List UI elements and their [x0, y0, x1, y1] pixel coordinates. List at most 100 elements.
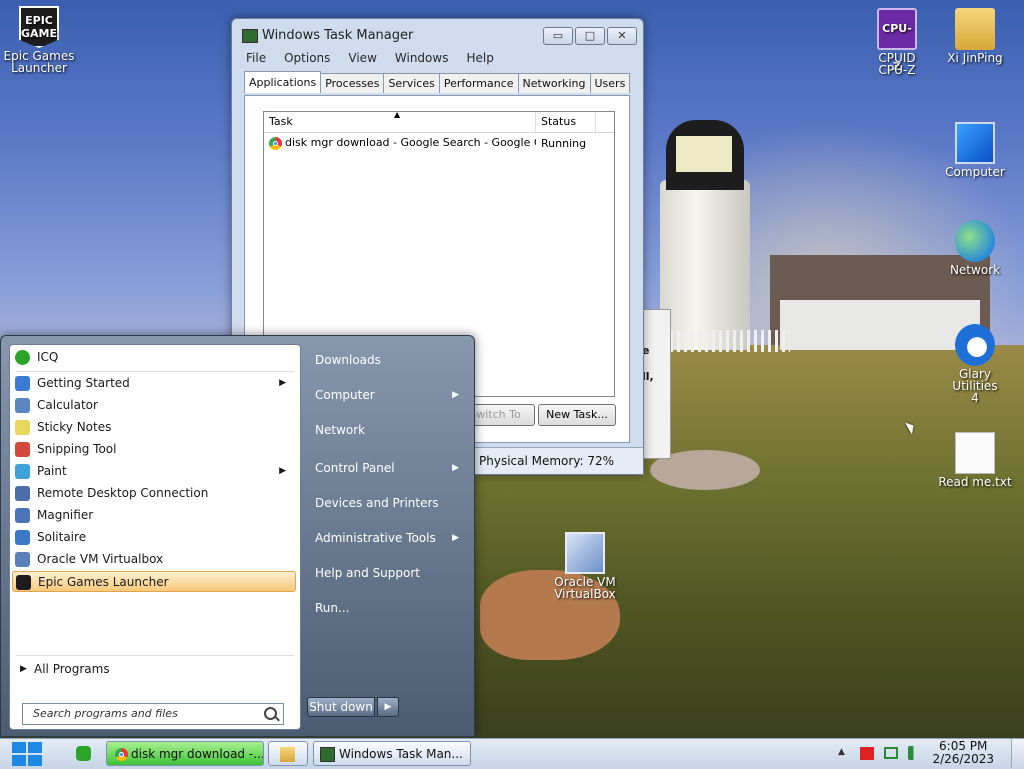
desktop-icon-label: Computer	[945, 165, 1005, 179]
tab-users[interactable]: Users	[589, 73, 631, 93]
taskbar: disk mgr download -... Windows Task Man.…	[0, 738, 1024, 769]
desktop-icon-glary-utilities[interactable]: Glary Utilities 4	[938, 324, 1012, 404]
start-item-calculator[interactable]: Calculator	[12, 395, 296, 416]
virtualbox-icon	[565, 532, 605, 574]
volume-icon[interactable]	[908, 746, 922, 760]
network-icon[interactable]	[884, 747, 898, 759]
menu-help[interactable]: Help	[466, 49, 493, 69]
start-item-remote-desktop[interactable]: Remote Desktop Connection	[12, 483, 296, 504]
start-menu: ICQ Getting Started ▶ Calculator Sticky …	[0, 335, 475, 737]
search-input[interactable]: Search programs and files	[22, 703, 284, 725]
search-placeholder: Search programs and files	[33, 707, 178, 720]
start-right-label: Downloads	[315, 353, 381, 367]
clock[interactable]: 6:05 PM 2/26/2023	[932, 740, 994, 766]
all-programs-label: All Programs	[34, 662, 110, 676]
desktop-icon-user-folder[interactable]: Xi JinPing	[938, 8, 1012, 64]
start-item-paint[interactable]: Paint ▶	[12, 461, 296, 482]
shutdown-controls: Shut down ▶	[307, 697, 399, 717]
desktop-icon-epic-games[interactable]: EPIC GAMES Epic Games Launcher	[2, 6, 76, 74]
search-icon[interactable]	[264, 707, 277, 720]
submenu-arrow-icon: ▶	[279, 378, 286, 388]
table-row[interactable]: disk mgr download - Google Search - Goog…	[264, 133, 614, 153]
start-right-control-panel[interactable]: Control Panel ▶	[315, 457, 465, 479]
start-item-getting-started[interactable]: Getting Started ▶	[12, 373, 296, 394]
clock-date: 2/26/2023	[932, 752, 994, 766]
start-item-solitaire[interactable]: Solitaire	[12, 527, 296, 548]
desktop-icon-virtualbox[interactable]: Oracle VM VirtualBox	[548, 532, 622, 600]
taskbar-pinned-app[interactable]	[70, 741, 100, 766]
start-item-label: Getting Started	[37, 376, 130, 390]
chrome-icon	[269, 136, 282, 150]
show-hidden-icon[interactable]: ▲	[838, 747, 845, 757]
computer-icon	[955, 122, 995, 164]
start-right-network[interactable]: Network	[315, 419, 465, 441]
windows-logo-icon	[28, 742, 42, 753]
task-manager-icon	[242, 29, 258, 43]
desktop-icon-network[interactable]: Network	[938, 220, 1012, 276]
start-right-run[interactable]: Run...	[315, 597, 465, 619]
tab-networking[interactable]: Networking	[517, 73, 591, 93]
start-menu-programs-pane: ICQ Getting Started ▶ Calculator Sticky …	[9, 344, 301, 730]
menu-file[interactable]: File	[246, 49, 266, 69]
tab-applications[interactable]: Applications	[244, 71, 322, 93]
minimize-button[interactable]: ▭	[543, 27, 573, 45]
start-item-snipping-tool[interactable]: Snipping Tool	[12, 439, 296, 460]
taskbar-button-explorer[interactable]	[268, 741, 308, 766]
shutdown-button[interactable]: Shut down	[307, 697, 375, 717]
start-right-admin-tools[interactable]: Administrative Tools ▶	[315, 527, 465, 549]
start-item-label: Oracle VM Virtualbox	[37, 552, 164, 566]
start-item-label: Epic Games Launcher	[38, 575, 169, 589]
user-folder-icon	[955, 8, 995, 50]
taskbar-button-chrome[interactable]: disk mgr download -...	[106, 741, 264, 766]
maximize-button[interactable]: □	[575, 27, 605, 45]
submenu-arrow-icon: ▶	[452, 533, 459, 543]
start-item-label: Remote Desktop Connection	[37, 486, 209, 500]
task-name: disk mgr download - Google Search - Goog…	[285, 136, 536, 150]
start-item-magnifier[interactable]: Magnifier	[12, 505, 296, 526]
start-item-label: ICQ	[37, 350, 59, 364]
start-right-devices-printers[interactable]: Devices and Printers	[315, 492, 465, 514]
submenu-arrow-icon: ▶	[452, 463, 459, 473]
shutdown-options-button[interactable]: ▶	[377, 697, 399, 717]
sticky-notes-icon	[15, 420, 30, 435]
show-desktop-button[interactable]	[1011, 739, 1024, 768]
sort-ascending-icon: ▲	[394, 110, 401, 119]
start-item-label: Solitaire	[37, 530, 87, 544]
start-right-label: Run...	[315, 601, 350, 615]
triangle-right-icon: ▶	[20, 664, 27, 674]
desktop-icon-cpuz[interactable]: CPU-Z CPUID CPU-Z	[860, 8, 934, 76]
start-item-label: Sticky Notes	[37, 420, 112, 434]
start-item-icq[interactable]: ICQ	[12, 347, 296, 368]
desktop-icon-readme[interactable]: Read me.txt	[938, 432, 1012, 488]
close-button[interactable]: ✕	[607, 27, 637, 45]
desktop-icon-label: VirtualBox	[554, 587, 616, 601]
all-programs-button[interactable]: ▶ All Programs	[12, 659, 296, 680]
desktop-icon-label: Network	[949, 263, 1001, 277]
start-right-computer[interactable]: Computer ▶	[315, 384, 465, 406]
task-list-header: Task ▲ Status	[264, 110, 614, 133]
menu-options[interactable]: Options	[284, 49, 330, 69]
action-center-flag-icon[interactable]	[860, 747, 874, 760]
tab-strip: Applications Processes Services Performa…	[244, 71, 631, 93]
menu-windows[interactable]: Windows	[395, 49, 449, 69]
start-item-virtualbox[interactable]: Oracle VM Virtualbox	[12, 549, 296, 570]
start-right-help-support[interactable]: Help and Support	[315, 562, 465, 584]
column-header-task[interactable]: Task ▲	[264, 110, 536, 132]
new-task-button[interactable]: New Task...	[538, 404, 616, 426]
taskbar-button-task-manager[interactable]: Windows Task Man...	[313, 741, 471, 766]
start-right-downloads[interactable]: Downloads	[315, 349, 465, 371]
tab-processes[interactable]: Processes	[320, 73, 385, 93]
physical-memory-status: Physical Memory: 72%	[479, 454, 615, 468]
tab-services[interactable]: Services	[383, 73, 440, 93]
epic-games-icon: EPIC GAMES	[19, 6, 59, 48]
column-header-status[interactable]: Status	[536, 112, 596, 132]
submenu-arrow-icon: ▶	[279, 466, 286, 476]
start-right-label: Control Panel	[315, 461, 395, 475]
menu-view[interactable]: View	[348, 49, 376, 69]
start-item-sticky-notes[interactable]: Sticky Notes	[12, 417, 296, 438]
tab-performance[interactable]: Performance	[438, 73, 519, 93]
start-item-epic-games[interactable]: Epic Games Launcher	[12, 571, 296, 592]
background-window[interactable]: e ll,	[640, 309, 671, 459]
desktop-icon-computer[interactable]: Computer	[938, 122, 1012, 178]
start-button[interactable]	[10, 741, 42, 767]
